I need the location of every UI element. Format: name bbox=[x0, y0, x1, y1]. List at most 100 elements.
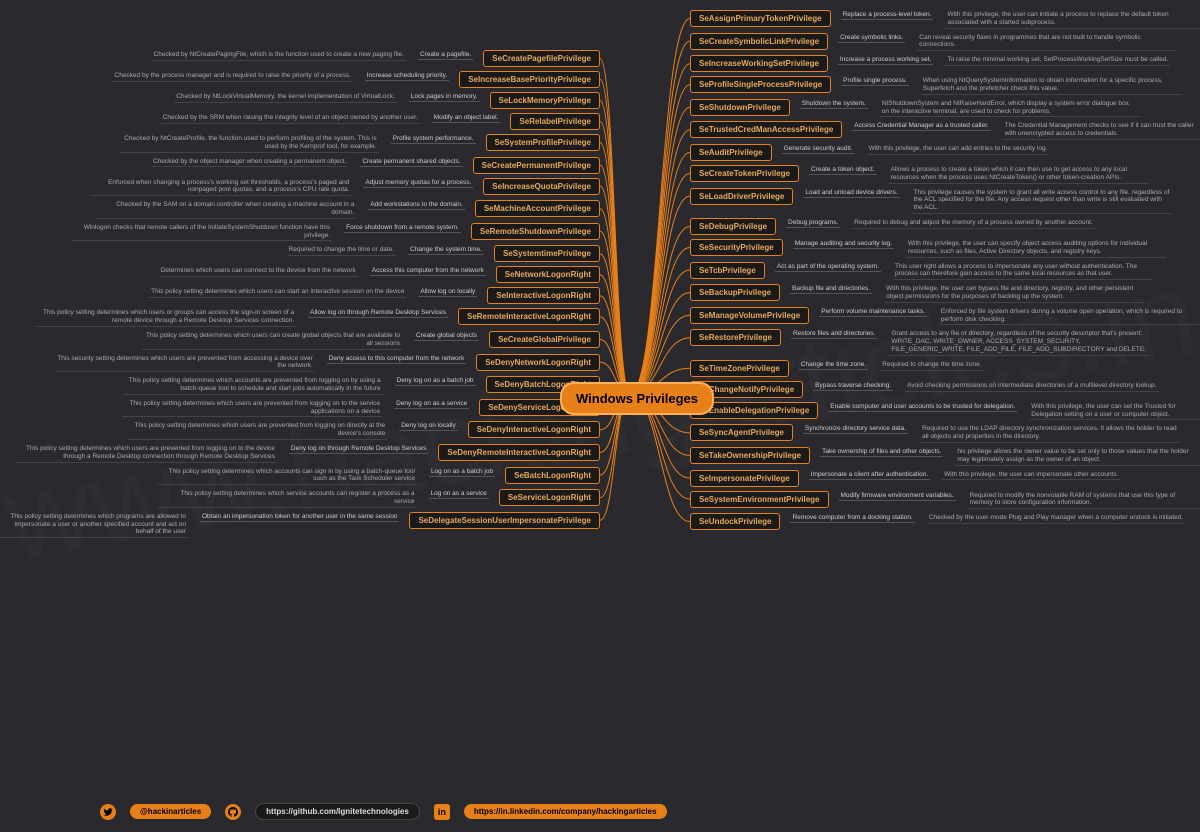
privilege-long-desc: Avoid checking permissions on intermedia… bbox=[905, 381, 1159, 392]
privilege-details: Create permanent shared objects.Checked … bbox=[151, 157, 463, 168]
privilege-long-desc: Checked by NtCreateProfile, the function… bbox=[119, 134, 379, 153]
privilege-short-desc: Adjust memory quotas for a process. bbox=[363, 178, 473, 188]
github-icon bbox=[225, 804, 241, 820]
privilege-name: SeTcbPrivilege bbox=[690, 262, 765, 279]
privilege-short-desc: Impersonate a client after authenticatio… bbox=[809, 470, 930, 480]
privilege-row: SeProfileSingleProcessPrivilegeProfile s… bbox=[690, 76, 1200, 95]
privilege-row: Create a pagefile. Checked by NtCreatePag… bbox=[0, 50, 600, 67]
privilege-long-desc: This policy setting determines which acc… bbox=[157, 467, 417, 486]
privilege-row: SeTcbPrivilegeAct as part of the operati… bbox=[690, 262, 1200, 281]
privilege-details: Bypass traverse checking.Avoid checking … bbox=[813, 381, 1158, 392]
privilege-long-desc: To raise the minimal working set, SetPro… bbox=[945, 55, 1170, 66]
privilege-details: Deny access to this computer from the ne… bbox=[55, 354, 466, 373]
privilege-name: SeCreateSymbolicLinkPrivilege bbox=[690, 33, 828, 50]
privilege-name: SeDenyRemoteInteractiveLogonRight bbox=[438, 444, 600, 461]
privilege-long-desc: Required to debug and adjust the memory … bbox=[852, 218, 1094, 229]
twitter-handle[interactable]: @hackinarticles bbox=[130, 804, 211, 819]
privilege-short-desc: Deny log on locally bbox=[399, 421, 458, 431]
privilege-long-desc: With this privilege, the user can add en… bbox=[867, 144, 1050, 155]
privilege-row: Allow log on locally This policy setting … bbox=[0, 287, 600, 304]
privilege-long-desc: Required to change the time zone. bbox=[880, 360, 983, 371]
privilege-name: SeDenyNetworkLogonRight bbox=[476, 354, 600, 371]
privilege-details: Generate security audit. With this privil… bbox=[782, 144, 1050, 155]
privilege-long-desc: Required to modify the nonvolatile RAM o… bbox=[968, 491, 1200, 510]
privilege-short-desc: Synchronize directory service data. bbox=[803, 424, 908, 434]
privilege-row: Obtain an impersonation token for anothe… bbox=[0, 512, 600, 538]
privilege-details: Increase scheduling priority.Checked by … bbox=[113, 71, 450, 82]
privilege-row: Deny log on locallyThis policy setting d… bbox=[0, 421, 600, 440]
privilege-long-desc: This policy setting determines which use… bbox=[149, 287, 406, 298]
privilege-name: SeImpersonatePrivilege bbox=[690, 470, 799, 487]
privilege-name: SeSystemtimePrivilege bbox=[494, 245, 600, 262]
privilege-long-desc: Required to use the LDAP directory synch… bbox=[920, 424, 1180, 443]
linkedin-link[interactable]: https://in.linkedin.com/company/hackinga… bbox=[464, 804, 667, 819]
privilege-long-desc: Checked by NtCreatePagingFile, which is … bbox=[152, 50, 406, 61]
privilege-row: Change the system time.Required to chang… bbox=[0, 245, 600, 262]
privilege-name: SeSystemProfilePrivilege bbox=[486, 134, 601, 151]
privilege-details: Add workstations to the domain. Checked b… bbox=[96, 200, 465, 219]
privilege-details: Manage auditing and security log.With th… bbox=[793, 239, 1166, 258]
privilege-name: SeSyncAgentPrivilege bbox=[690, 424, 793, 441]
privilege-details: Allow log on through Remote Desktop Serv… bbox=[36, 308, 448, 327]
privilege-long-desc: Can reveal security flaws in programmes … bbox=[917, 33, 1177, 52]
privilege-details: Modify firmware environment variables.Re… bbox=[839, 491, 1200, 510]
privilege-short-desc: Profile system performance. bbox=[391, 134, 476, 144]
privilege-name: SeRemoteInteractiveLogonRight bbox=[458, 308, 600, 325]
privilege-long-desc: With this privilege, the user can initia… bbox=[945, 10, 1200, 29]
privilege-row: SeTakeOwnershipPrivilegeTake ownership o… bbox=[690, 447, 1200, 466]
privilege-row: SeAssignPrimaryTokenPrivilegeReplace a p… bbox=[690, 10, 1200, 29]
privilege-row: SeChangeNotifyPrivilegeBypass traverse c… bbox=[690, 381, 1200, 398]
privilege-short-desc: Shutdown the system. bbox=[800, 99, 868, 109]
privilege-short-desc: Access this computer from the network bbox=[370, 266, 486, 276]
privilege-long-desc: This policy setting determines which ser… bbox=[157, 489, 417, 508]
privilege-long-desc: This policy setting determines which acc… bbox=[123, 376, 383, 395]
privilege-short-desc: Allow log on locally bbox=[418, 287, 477, 297]
privilege-short-desc: Log on as a batch job bbox=[429, 467, 495, 477]
privilege-row: SeCreateSymbolicLinkPrivilege Create symb… bbox=[690, 33, 1200, 52]
privilege-long-desc: With this privilege, the user can specif… bbox=[906, 239, 1166, 258]
privilege-short-desc: Generate security audit. bbox=[782, 144, 855, 154]
privilege-short-desc: Change the time zone. bbox=[799, 360, 868, 370]
privilege-details: Lock pages in memory.Checked by NtLockVi… bbox=[174, 92, 479, 103]
privilege-name: SeServiceLogonRight bbox=[499, 489, 600, 506]
privilege-long-desc: This policy setting determines which use… bbox=[17, 444, 277, 463]
privilege-details: Impersonate a client after authenticatio… bbox=[809, 470, 1121, 481]
privilege-long-desc: This security setting determines which u… bbox=[55, 354, 315, 373]
privilege-short-desc: Add workstations to the domain. bbox=[368, 200, 465, 210]
privilege-long-desc: This privilege causes the system to gran… bbox=[912, 188, 1172, 214]
github-link[interactable]: https://github.com/Ignitetechnologies bbox=[255, 803, 420, 820]
privilege-details: Force shutdown from a remote system.Winl… bbox=[72, 223, 461, 242]
privilege-name: SeRemoteShutdownPrivilege bbox=[471, 223, 600, 240]
privilege-name: SeAuditPrivilege bbox=[690, 144, 772, 161]
privilege-short-desc: Obtain an impersonation token for anothe… bbox=[200, 512, 399, 522]
privilege-name: SeTimeZonePrivilege bbox=[690, 360, 789, 377]
privilege-short-desc: Create a pagefile. bbox=[418, 50, 473, 60]
privilege-name: SeDebugPrivilege bbox=[690, 218, 776, 235]
privilege-short-desc: Log on as a service bbox=[429, 489, 489, 499]
privilege-details: Profile system performance. Checked by Nt… bbox=[119, 134, 476, 153]
privilege-name: SeManageVolumePrivilege bbox=[690, 307, 809, 324]
privilege-long-desc: Checked by the object manager when creat… bbox=[151, 157, 348, 168]
privilege-name: SeShutdownPrivilege bbox=[690, 99, 790, 116]
privilege-name: SeTakeOwnershipPrivilege bbox=[690, 447, 810, 464]
privilege-long-desc: Checked by the user-mode Plug and Play m… bbox=[927, 513, 1185, 524]
privilege-row: Add workstations to the domain. Checked b… bbox=[0, 200, 600, 219]
privilege-long-desc: When using NtQuerySystemInformation to o… bbox=[921, 76, 1181, 95]
privilege-short-desc: Profile single process. bbox=[841, 76, 909, 86]
privilege-details: Create symbolic links.Can reveal securit… bbox=[838, 33, 1177, 52]
privilege-details: Modify an object label.Checked by the SR… bbox=[161, 113, 501, 124]
privilege-name: SeInteractiveLogonRight bbox=[487, 287, 600, 304]
privilege-short-desc: Allow log on through Remote Desktop Serv… bbox=[308, 308, 448, 318]
privilege-short-desc: Perform volume maintenance tasks. bbox=[819, 307, 927, 317]
privilege-row: Create global objectsThis policy setting… bbox=[0, 331, 600, 350]
privilege-long-desc: Winlogon checks that remote callers of t… bbox=[72, 223, 332, 242]
privilege-details: Debug programs.Required to debug and adj… bbox=[786, 218, 1095, 229]
privilege-long-desc: Checked by the SAM on a domain controlle… bbox=[96, 200, 356, 219]
privilege-name: SeBackupPrivilege bbox=[690, 284, 780, 301]
privilege-long-desc: Checked by NtLockVirtualMemory, the kern… bbox=[174, 92, 397, 103]
privilege-long-desc: NtShutdownSystem and NtRaiseHardError, w… bbox=[880, 99, 1140, 118]
privilege-details: Backup file and directories.With this pr… bbox=[790, 284, 1144, 303]
privilege-name: SeSystemEnvironmentPrivilege bbox=[690, 491, 829, 508]
privilege-name: SeIncreaseQuotaPrivilege bbox=[483, 178, 600, 195]
privilege-name: SeSecurityPrivilege bbox=[690, 239, 783, 256]
